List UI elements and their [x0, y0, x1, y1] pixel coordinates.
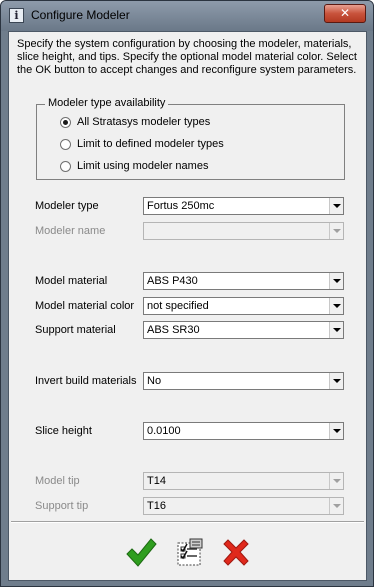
chevron-down-icon[interactable]: [329, 322, 343, 338]
model-material-select[interactable]: ABS P430: [143, 272, 344, 290]
radio-limit-defined-types[interactable]: Limit to defined modeler types: [60, 137, 224, 151]
radio-limit-modeler-names[interactable]: Limit using modeler names: [60, 159, 208, 173]
slice-height-select[interactable]: 0.0100: [143, 422, 344, 440]
combo-value: T14: [147, 475, 166, 487]
instructions-text: Specify the system configuration by choo…: [17, 38, 357, 76]
window-title: Configure Modeler: [31, 8, 130, 22]
group-legend: Modeler type availability: [45, 97, 169, 109]
cancel-button[interactable]: [219, 536, 253, 570]
modeler-type-select[interactable]: Fortus 250mc: [143, 197, 344, 215]
model-material-label: Model material: [35, 275, 108, 287]
model-material-color-select[interactable]: not specified: [143, 297, 344, 315]
support-tip-label: Support tip: [35, 500, 89, 512]
combo-value: No: [147, 375, 162, 387]
modeler-name-select: [143, 222, 344, 240]
title-bar[interactable]: i Configure Modeler ✕: [1, 1, 373, 31]
slice-height-label: Slice height: [35, 425, 92, 437]
configure-button[interactable]: [172, 536, 206, 570]
support-tip-select: T16: [143, 497, 344, 515]
checklist-icon: [177, 538, 203, 566]
chevron-down-icon: [329, 223, 343, 239]
support-material-label: Support material: [35, 324, 116, 336]
radio-all-modeler-types[interactable]: All Stratasys modeler types: [60, 115, 210, 129]
combo-value: 0.0100: [147, 425, 181, 437]
chevron-down-icon[interactable]: [329, 198, 343, 214]
invert-build-materials-label: Invert build materials: [35, 375, 137, 387]
info-icon: i: [9, 8, 24, 23]
radio-label: All Stratasys modeler types: [77, 116, 211, 128]
radio-button-selected[interactable]: [60, 116, 71, 128]
radio-button[interactable]: [60, 138, 71, 150]
red-x-icon: [223, 539, 249, 566]
modeler-name-label: Modeler name: [35, 225, 106, 237]
combo-value: ABS SR30: [147, 324, 200, 336]
dialog-body: Specify the system configuration by choo…: [8, 31, 367, 581]
chevron-down-icon: [329, 473, 343, 489]
chevron-down-icon[interactable]: [329, 298, 343, 314]
chevron-down-icon: [329, 498, 343, 514]
radio-label: Limit to defined modeler types: [77, 138, 224, 150]
combo-value: T16: [147, 500, 166, 512]
model-material-color-label: Model material color: [35, 300, 135, 312]
configure-modeler-dialog: i Configure Modeler ✕ Specify the system…: [0, 0, 374, 587]
invert-build-materials-select[interactable]: No: [143, 372, 344, 390]
radio-button[interactable]: [60, 160, 71, 172]
model-tip-label: Model tip: [35, 475, 80, 487]
modeler-type-availability-group: Modeler type availability All Stratasys …: [36, 97, 345, 180]
combo-value: Fortus 250mc: [147, 200, 215, 212]
radio-label: Limit using modeler names: [77, 160, 209, 172]
close-button[interactable]: ✕: [324, 4, 366, 23]
combo-value: ABS P430: [147, 275, 198, 287]
green-checkmark-icon: [126, 538, 157, 567]
combo-value: not specified: [147, 300, 209, 312]
modeler-type-label: Modeler type: [35, 200, 99, 212]
chevron-down-icon[interactable]: [329, 273, 343, 289]
ok-button[interactable]: [124, 536, 158, 570]
divider: [11, 521, 364, 523]
chevron-down-icon[interactable]: [329, 423, 343, 439]
support-material-select[interactable]: ABS SR30: [143, 321, 344, 339]
chevron-down-icon[interactable]: [329, 373, 343, 389]
model-tip-select: T14: [143, 472, 344, 490]
